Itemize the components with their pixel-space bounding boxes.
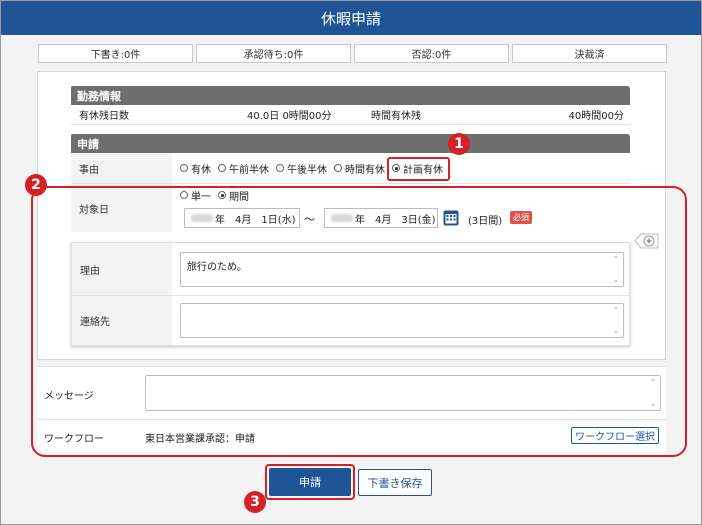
tab-approved[interactable]: 決裁済 <box>512 44 667 63</box>
page-title: 休暇申請 <box>1 1 701 35</box>
radio-icon <box>276 164 284 172</box>
callout-1-badge: 1 <box>448 133 470 155</box>
tab-rejected[interactable]: 否認:0件 <box>354 44 509 63</box>
paid-leave-remaining-value: 40.0日 0時間00分 <box>247 111 332 122</box>
paid-leave-remaining-label: 有休残日数 <box>79 111 129 122</box>
callout-3-highlight <box>265 464 355 500</box>
callout-2-badge: 2 <box>25 174 47 196</box>
option-hourly[interactable]: 時間有休 <box>334 161 385 176</box>
tab-pending[interactable]: 承認待ち:0件 <box>196 44 351 63</box>
option-paid-leave[interactable]: 有休 <box>180 161 211 176</box>
status-tabs: 下書き:0件 承認待ち:0件 否認:0件 決裁済 <box>38 44 667 63</box>
option-am-half[interactable]: 午前半休 <box>218 161 269 176</box>
hourly-leave-remaining-value: 40時間00分 <box>568 111 624 122</box>
hourly-leave-remaining-label: 時間有休残 <box>371 111 421 122</box>
radio-icon <box>180 164 188 172</box>
radio-icon <box>218 164 226 172</box>
save-draft-button[interactable]: 下書き保存 <box>358 469 432 496</box>
tab-draft[interactable]: 下書き:0件 <box>38 44 193 63</box>
work-info-row: 有休残日数 40.0日 0時間00分 時間有休残 40時間00分 <box>71 105 630 125</box>
callout-3-badge: 3 <box>244 491 266 513</box>
callout-2-highlight <box>31 186 687 457</box>
reason-type-label: 事由 <box>71 153 172 183</box>
request-header: 申請 <box>71 134 630 153</box>
work-info-header: 勤務情報 <box>71 86 630 105</box>
option-pm-half[interactable]: 午後半休 <box>276 161 327 176</box>
callout-1-highlight <box>387 157 450 181</box>
radio-icon <box>334 164 342 172</box>
